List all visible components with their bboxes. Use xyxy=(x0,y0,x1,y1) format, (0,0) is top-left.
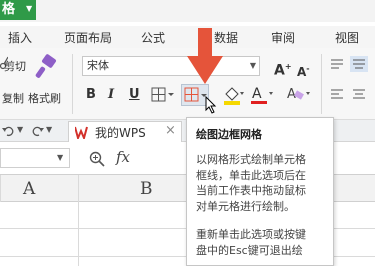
grid-line xyxy=(0,175,1,203)
chevron-down-icon: ▼ xyxy=(57,153,64,162)
underline-button[interactable]: U xyxy=(129,86,140,104)
tooltip-line: 框线，单击此选项后在 xyxy=(196,168,306,182)
tab-my-wps[interactable]: 我的WPS × xyxy=(68,121,182,142)
font-color-icon[interactable]: A xyxy=(249,84,275,106)
undo-icon[interactable] xyxy=(2,125,14,137)
clear-format-icon[interactable]: A xyxy=(286,84,312,106)
tab-label: 我的WPS xyxy=(95,126,146,140)
wps-logo-icon xyxy=(75,126,88,139)
font-shrink-icon[interactable]: A- xyxy=(297,60,310,81)
redo-icon[interactable] xyxy=(32,125,44,137)
tab-review[interactable]: 审阅 xyxy=(271,29,295,46)
grid-line xyxy=(78,175,79,203)
draw-border-grid-tooltip: 绘图边框网格 以网格形式绘制单元格 框线，单击此选项后在 当前工作表中拖动鼠标 … xyxy=(186,117,334,266)
tab-page-layout[interactable]: 页面布局 xyxy=(64,29,112,46)
align-middle-icon[interactable] xyxy=(350,56,368,72)
svg-text:A: A xyxy=(287,87,296,102)
column-header-b[interactable]: B xyxy=(140,179,153,199)
dropdown-arrow-icon[interactable]: ▼ xyxy=(26,4,32,13)
name-box[interactable]: ▼ xyxy=(0,148,70,168)
cut-button[interactable]: 剪切 xyxy=(4,58,26,74)
font-name-select[interactable]: 宋体 ▼ xyxy=(82,56,260,76)
tooltip-line: 重新单击此选项或按键 xyxy=(196,228,306,241)
align-center-icon[interactable] xyxy=(352,88,366,100)
chevron-down-icon[interactable]: ▼ xyxy=(17,125,23,134)
column-header-a[interactable]: A xyxy=(23,179,35,199)
svg-text:A: A xyxy=(252,86,262,102)
font-name-value: 宋体 xyxy=(87,59,109,72)
align-top-icon[interactable] xyxy=(330,58,344,70)
ribbon-divider xyxy=(321,54,322,114)
tab-formula[interactable]: 公式 xyxy=(141,29,165,46)
format-painter-button[interactable]: 格式刷 xyxy=(28,90,61,106)
tooltip-line: 盘中的Esc键可退出绘 xyxy=(196,243,303,257)
ribbon-divider xyxy=(72,54,73,114)
copy-button[interactable]: 复制 xyxy=(2,90,24,106)
tab-insert[interactable]: 插入 xyxy=(8,29,32,46)
title-bar: 格 ▼ xyxy=(0,0,375,22)
align-left-icon[interactable] xyxy=(330,88,344,100)
tooltip-line: 对单元格进行绘制。 xyxy=(196,199,295,213)
tooltip-line: 以网格形式绘制单元格 xyxy=(196,153,306,166)
font-grow-icon[interactable]: A+ xyxy=(274,58,292,80)
tooltip-title: 绘图边框网格 xyxy=(196,128,262,141)
tab-view[interactable]: 视图 xyxy=(335,29,359,46)
annotation-arrow-icon xyxy=(187,28,223,84)
grid-line xyxy=(78,202,79,266)
fill-color-icon[interactable] xyxy=(222,84,244,106)
chevron-down-icon[interactable]: ▼ xyxy=(46,125,52,134)
fx-button[interactable]: fx xyxy=(116,148,130,166)
italic-button[interactable]: I xyxy=(108,86,114,104)
close-icon[interactable]: × xyxy=(165,123,176,138)
tooltip-line: 当前工作表中拖动鼠标 xyxy=(196,184,306,197)
chevron-down-icon: ▼ xyxy=(249,61,256,70)
bold-button[interactable]: B xyxy=(86,86,96,104)
mouse-cursor-icon xyxy=(205,96,217,114)
zoom-icon[interactable] xyxy=(89,151,105,167)
format-painter-icon[interactable] xyxy=(34,54,60,82)
borders-icon[interactable] xyxy=(151,87,175,103)
